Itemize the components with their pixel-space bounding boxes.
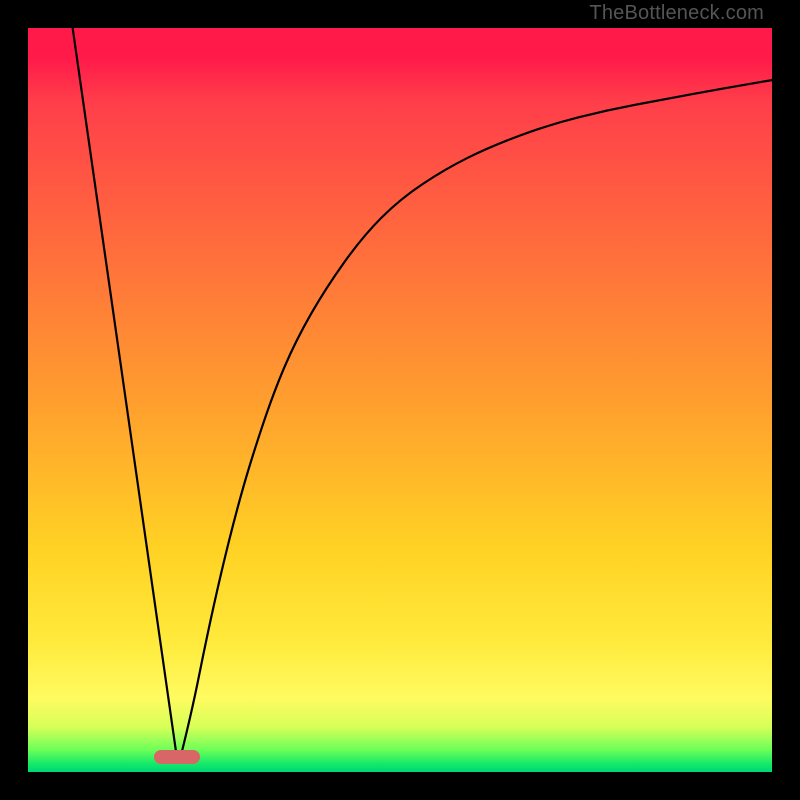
curve-layer: [28, 28, 772, 772]
watermark-text: TheBottleneck.com: [589, 2, 764, 25]
plot-area: [28, 28, 772, 772]
curve-left-branch: [73, 28, 177, 757]
minimum-marker: [154, 750, 200, 764]
curve-right-branch: [181, 80, 772, 757]
chart-frame: TheBottleneck.com: [0, 0, 800, 800]
